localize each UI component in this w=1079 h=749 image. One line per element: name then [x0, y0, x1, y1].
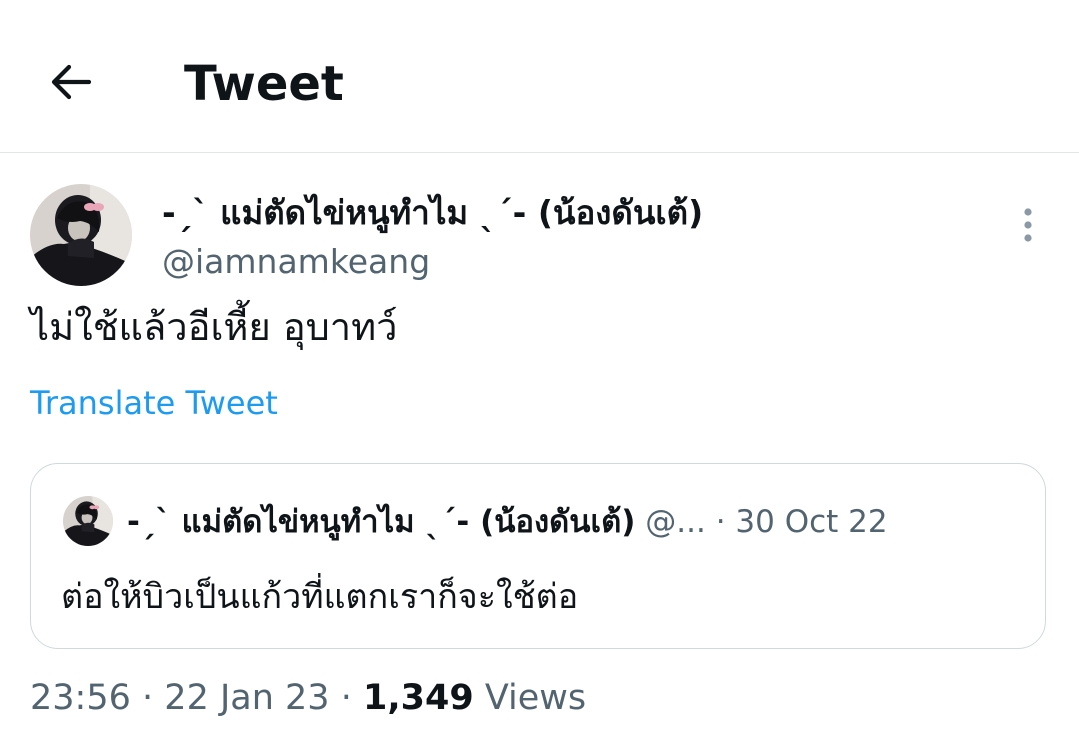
quoted-tweet-text: ต่อให้บิวเป็นแก้วที่แตกเราก็จะใช้ต่อ	[61, 577, 579, 617]
page-title: Tweet	[184, 56, 344, 112]
views-label[interactable]: Views	[485, 678, 586, 718]
more-options-button[interactable]	[1006, 200, 1050, 250]
tweet-meta: 23:56 · 22 Jan 23 · 1,349 Views	[30, 674, 586, 722]
tweet-time[interactable]: 23:56	[30, 678, 131, 718]
tweet-date[interactable]: 22 Jan 23	[164, 678, 329, 718]
author-avatar[interactable]	[30, 184, 132, 286]
tweet-page: Tweet -ˏˋ แม่ตัดไข่หนูทำไม ˎˊ- (น้องดันเ…	[0, 0, 1079, 749]
top-bar: Tweet	[0, 0, 1079, 153]
meta-separator: ·	[340, 678, 352, 718]
views-count[interactable]: 1,349	[363, 678, 474, 718]
quoted-date: 30 Oct 22	[735, 504, 888, 540]
quoted-tweet[interactable]: -ˏˋ แม่ตัดไข่หนูทำไม ˎˊ- (น้องดันเต้) @.…	[30, 463, 1046, 649]
author-handle[interactable]: @iamnamkeang	[162, 240, 430, 284]
meta-separator: ·	[142, 678, 154, 718]
quoted-author-avatar	[63, 496, 113, 546]
quoted-tweet-header: -ˏˋ แม่ตัดไข่หนูทำไม ˎˊ- (น้องดันเต้) @.…	[127, 500, 1017, 544]
quoted-separator: ·	[715, 504, 726, 540]
translate-tweet-link[interactable]: Translate Tweet	[30, 380, 278, 426]
author-display-name[interactable]: -ˏˋ แม่ตัดไข่หนูทำไม ˎˊ- (น้องดันเต้)	[162, 191, 703, 235]
more-vertical-icon	[1024, 208, 1032, 242]
arrow-left-icon	[51, 64, 92, 100]
back-button[interactable]	[38, 52, 104, 112]
tweet-text: ไม่ใช้แล้วอีเหี้ย อุบาทว์	[30, 305, 398, 349]
quoted-author-name: -ˏˋ แม่ตัดไข่หนูทำไม ˎˊ- (น้องดันเต้)	[127, 504, 636, 540]
quoted-author-handle: @...	[645, 504, 706, 540]
